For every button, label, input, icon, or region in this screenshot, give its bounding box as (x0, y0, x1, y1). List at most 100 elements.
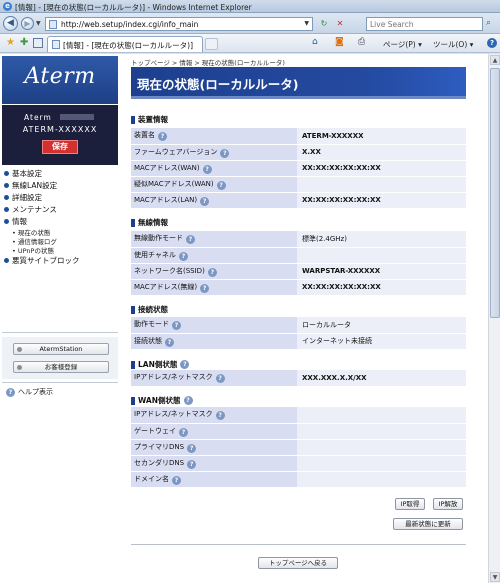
stop-icon[interactable]: ✕ (334, 18, 346, 30)
table-row: IPアドレス/ネットマスク? XXX.XXX.X.X/XX (131, 370, 466, 387)
table-row: MACアドレス(LAN)? XX:XX:XX:XX:XX:XX (131, 192, 466, 209)
home-icon[interactable]: ⌂ (312, 37, 318, 47)
row-label: IPアドレス/ネットマスク (134, 373, 213, 382)
ie-logo-icon: e (3, 2, 12, 11)
sidebar-item-site-block[interactable]: 悪質サイトブロック (2, 254, 118, 266)
favorites-star-icon[interactable]: ★ (6, 37, 15, 48)
breadcrumb-separator: > (171, 59, 178, 67)
print-icon[interactable]: ⎙ (358, 37, 365, 47)
back-arrow-icon[interactable]: ◀ (3, 16, 18, 31)
help-question-icon[interactable]: ? (187, 443, 197, 453)
feed-icon[interactable]: ◙ (335, 37, 344, 47)
scroll-thumb[interactable] (490, 68, 500, 318)
quick-tabs-icon[interactable] (33, 38, 43, 48)
help-icon[interactable]: ? (487, 38, 497, 48)
table-row: 疑似MACアドレス(WAN)? (131, 176, 466, 193)
tools-menu[interactable]: ツール(O) ▾ (433, 39, 473, 50)
section-wireless-title: 無線情報 (131, 217, 168, 228)
row-label-cell: MACアドレス(WAN)? (131, 160, 297, 177)
vertical-scrollbar[interactable]: ▲ ▼ (488, 54, 500, 583)
submenu-item-upnp[interactable]: UPnPの状態 (12, 245, 118, 255)
help-question-icon[interactable]: ? (186, 235, 195, 245)
submenu-item-log[interactable]: 通信情報ログ (12, 236, 118, 246)
sidebar-item-label: 詳細設定 (12, 192, 42, 202)
row-label: IPアドレス/ネットマスク (134, 410, 213, 419)
aterm-station-button[interactable]: AtermStation (13, 343, 109, 355)
section-marker (131, 360, 135, 369)
help-question-icon[interactable]: ? (200, 283, 210, 293)
help-question-icon[interactable]: ? (215, 411, 225, 421)
wireless-info-table: 無線動作モード? 標準(2.4GHz) 使用チャネル? ネットワーク名(SSID)? W… (131, 231, 466, 296)
row-label: MACアドレス(WAN) (134, 163, 200, 172)
help-question-icon[interactable]: ? (165, 337, 174, 347)
row-value (297, 439, 466, 456)
address-bar: ◀ ▶ ▼ http://web.setup/index.cgi/info_ma… (0, 13, 500, 34)
help-question-icon[interactable]: ? (220, 148, 230, 158)
help-question-icon[interactable]: ? (216, 180, 226, 190)
help-question-icon[interactable]: ? (172, 475, 181, 485)
help-question-icon[interactable]: ? (178, 251, 188, 261)
logo-text: Aterm (24, 64, 96, 89)
help-question-icon[interactable]: ? (187, 459, 197, 469)
submenu-item-status[interactable]: 現在の状態 (12, 227, 118, 237)
row-value (297, 247, 466, 264)
help-question-icon[interactable]: ? (172, 321, 181, 331)
search-field[interactable] (366, 17, 483, 31)
new-tab-button[interactable] (205, 38, 218, 50)
device-panel: Aterm ATERM-XXXXXX 保存 (2, 105, 118, 165)
help-question-icon[interactable]: ? (180, 360, 190, 369)
recent-pages-chevron-icon[interactable]: ▼ (36, 20, 41, 27)
refresh-icon[interactable]: ↻ (318, 18, 330, 30)
page-menu-label: ページ(P) (383, 40, 416, 49)
help-question-icon[interactable]: ? (200, 196, 210, 206)
register-button[interactable]: お客様登録 (13, 361, 109, 373)
scroll-up-arrow-icon[interactable]: ▲ (490, 55, 500, 65)
sidebar-item-basic[interactable]: 基本設定 (2, 167, 118, 179)
section-title-text: WAN側状態 (138, 396, 181, 405)
lan-status-table: IPアドレス/ネットマスク? XXX.XXX.X.X/XX (131, 370, 466, 387)
row-value: XX:XX:XX:XX:XX:XX (297, 192, 466, 209)
register-label: お客様登録 (44, 363, 78, 371)
row-value (297, 455, 466, 472)
main-content: トップページ > 情報 > 現在の状態(ローカルルータ) 現在の状態(ローカルルータ) … (131, 54, 466, 583)
help-link[interactable]: ? ヘルプ表示 (6, 387, 53, 397)
sidebar-item-wireless[interactable]: 無線LAN設定 (2, 179, 118, 191)
url-text[interactable]: http://web.setup/index.cgi/info_main (61, 20, 198, 29)
table-row: プライマリDNS? (131, 439, 466, 456)
scroll-down-arrow-icon[interactable]: ▼ (490, 572, 500, 582)
help-question-icon[interactable]: ? (202, 164, 212, 174)
ip-obtain-button[interactable]: IP取得 (395, 498, 425, 510)
sidebar-item-maintenance[interactable]: メンテナンス (2, 203, 118, 215)
breadcrumb-top[interactable]: トップページ (131, 59, 170, 67)
help-question-icon[interactable]: ? (158, 132, 167, 142)
sidebar-item-info[interactable]: 情報 (2, 215, 118, 227)
help-question-icon[interactable]: ? (215, 374, 225, 384)
url-field[interactable]: http://web.setup/index.cgi/info_main ▼ (45, 17, 313, 31)
url-dropdown-chevron-icon[interactable]: ▼ (304, 20, 309, 27)
table-row: 装置名? ATERM-XXXXXX (131, 128, 466, 145)
window-titlebar: e [情報] - [現在の状態(ローカルルータ)] - Windows Inte… (0, 0, 500, 13)
row-label-cell: MACアドレス(無線)? (131, 279, 297, 296)
search-input[interactable] (367, 18, 482, 30)
browser-tab[interactable]: [情報] - [現在の状態(ローカルルータ)] (47, 36, 203, 52)
sidebar-item-advanced[interactable]: 詳細設定 (2, 191, 118, 203)
add-favorites-icon[interactable]: ✚ (20, 37, 28, 48)
device-name: ATERM-XXXXXX (22, 125, 98, 134)
help-question-icon[interactable]: ? (183, 396, 193, 405)
row-label: MACアドレス(無線) (134, 282, 198, 291)
save-button[interactable]: 保存 (42, 140, 78, 154)
forward-arrow-icon[interactable]: ▶ (21, 17, 34, 30)
page-menu[interactable]: ページ(P) ▾ (383, 39, 422, 50)
row-label-cell: IPアドレス/ネットマスク? (131, 407, 297, 424)
table-row: 使用チャネル? (131, 247, 466, 264)
refresh-status-button[interactable]: 最新状態に更新 (393, 518, 463, 530)
sidebar-item-label: 情報 (12, 216, 27, 226)
search-icon[interactable]: ⌕ (486, 18, 491, 28)
help-question-icon[interactable]: ? (179, 427, 188, 437)
help-question-icon[interactable]: ? (207, 267, 217, 277)
breadcrumb-info[interactable]: 情報 (179, 59, 192, 67)
row-label-cell: 装置名? (131, 128, 297, 145)
ip-release-button[interactable]: IP解放 (433, 498, 463, 510)
row-value: ATERM-XXXXXX (297, 128, 466, 145)
back-to-top-button[interactable]: トップページへ戻る (258, 557, 338, 569)
